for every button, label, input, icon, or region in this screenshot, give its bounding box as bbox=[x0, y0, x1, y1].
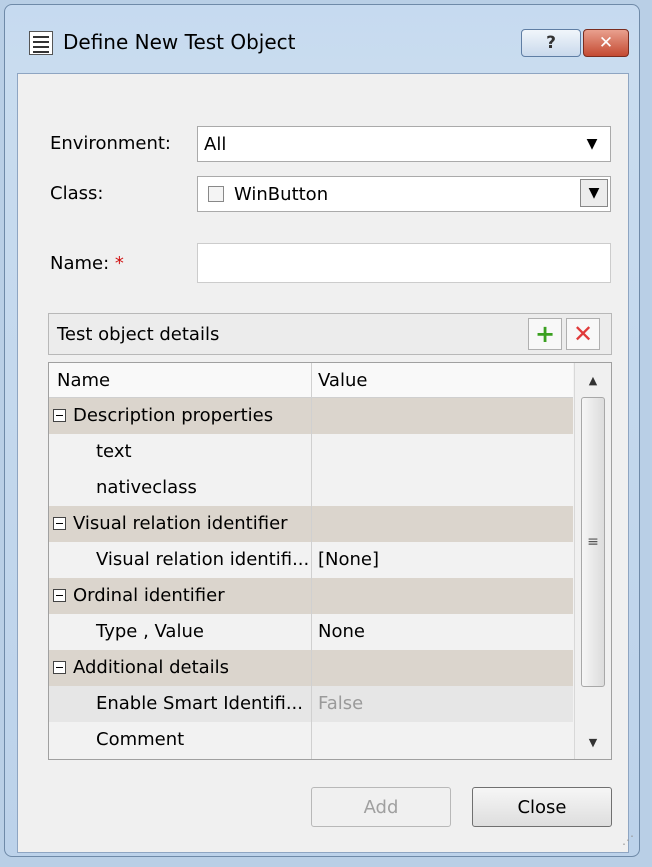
property-name: text bbox=[96, 441, 132, 462]
environment-label: Environment: bbox=[50, 133, 171, 154]
name-label: Name: * bbox=[50, 253, 124, 274]
chevron-down-icon[interactable]: ▼ bbox=[574, 127, 610, 161]
class-label: Class: bbox=[50, 183, 104, 204]
name-label-text: Name: bbox=[50, 253, 110, 274]
scroll-thumb[interactable]: ≡ bbox=[581, 397, 605, 687]
required-marker: * bbox=[114, 253, 124, 274]
class-dropdown[interactable]: WinButton ▼ bbox=[197, 176, 611, 212]
property-name: Comment bbox=[96, 729, 185, 750]
scroll-down-icon[interactable]: ▼ bbox=[575, 725, 611, 759]
chevron-down-icon[interactable]: ▼ bbox=[580, 179, 608, 207]
category-label: Additional details bbox=[73, 657, 230, 678]
property-value[interactable]: None bbox=[318, 621, 365, 642]
add-property-button[interactable]: + bbox=[528, 318, 562, 350]
vertical-scrollbar[interactable]: ▲ ≡ ▼ bbox=[574, 363, 611, 759]
column-header-name: Name bbox=[57, 370, 111, 391]
close-button[interactable]: Close bbox=[472, 787, 612, 827]
delete-property-button[interactable]: ✕ bbox=[566, 318, 600, 350]
environment-dropdown[interactable]: All ▼ bbox=[197, 126, 611, 162]
delete-icon: ✕ bbox=[572, 320, 594, 348]
dialog-title: Define New Test Object bbox=[63, 30, 296, 54]
collapse-icon[interactable] bbox=[53, 589, 66, 602]
resize-grip-icon[interactable]: ⋰ bbox=[622, 833, 634, 847]
category-label: Visual relation identifier bbox=[73, 513, 288, 534]
name-input[interactable] bbox=[197, 243, 611, 283]
add-button[interactable]: Add bbox=[311, 787, 451, 827]
column-header-value: Value bbox=[318, 370, 368, 391]
details-header: Test object details + ✕ bbox=[48, 313, 612, 355]
property-name: Visual relation identifi... bbox=[96, 549, 310, 570]
column-divider[interactable] bbox=[311, 363, 312, 759]
scroll-up-icon[interactable]: ▲ bbox=[575, 363, 611, 397]
property-name: Enable Smart Identifi... bbox=[96, 693, 303, 714]
category-label: Ordinal identifier bbox=[73, 585, 225, 606]
property-value[interactable]: [None] bbox=[318, 549, 379, 570]
class-icon bbox=[208, 186, 224, 202]
help-icon: ? bbox=[546, 33, 556, 53]
list-icon bbox=[29, 31, 53, 55]
property-value: False bbox=[318, 693, 364, 714]
environment-value: All bbox=[204, 133, 227, 155]
plus-icon: + bbox=[534, 320, 556, 348]
collapse-icon[interactable] bbox=[53, 661, 66, 674]
class-value: WinButton bbox=[234, 183, 329, 205]
help-button[interactable]: ? bbox=[521, 29, 581, 57]
property-grid[interactable]: Name Value Description properties text n… bbox=[48, 362, 612, 760]
collapse-icon[interactable] bbox=[53, 517, 66, 530]
property-name: Type , Value bbox=[96, 621, 204, 642]
category-label: Description properties bbox=[73, 405, 274, 426]
close-window-button[interactable]: ✕ bbox=[583, 29, 629, 57]
details-title: Test object details bbox=[57, 324, 220, 345]
property-name: nativeclass bbox=[96, 477, 197, 498]
collapse-icon[interactable] bbox=[53, 409, 66, 422]
close-icon: ✕ bbox=[598, 33, 614, 53]
